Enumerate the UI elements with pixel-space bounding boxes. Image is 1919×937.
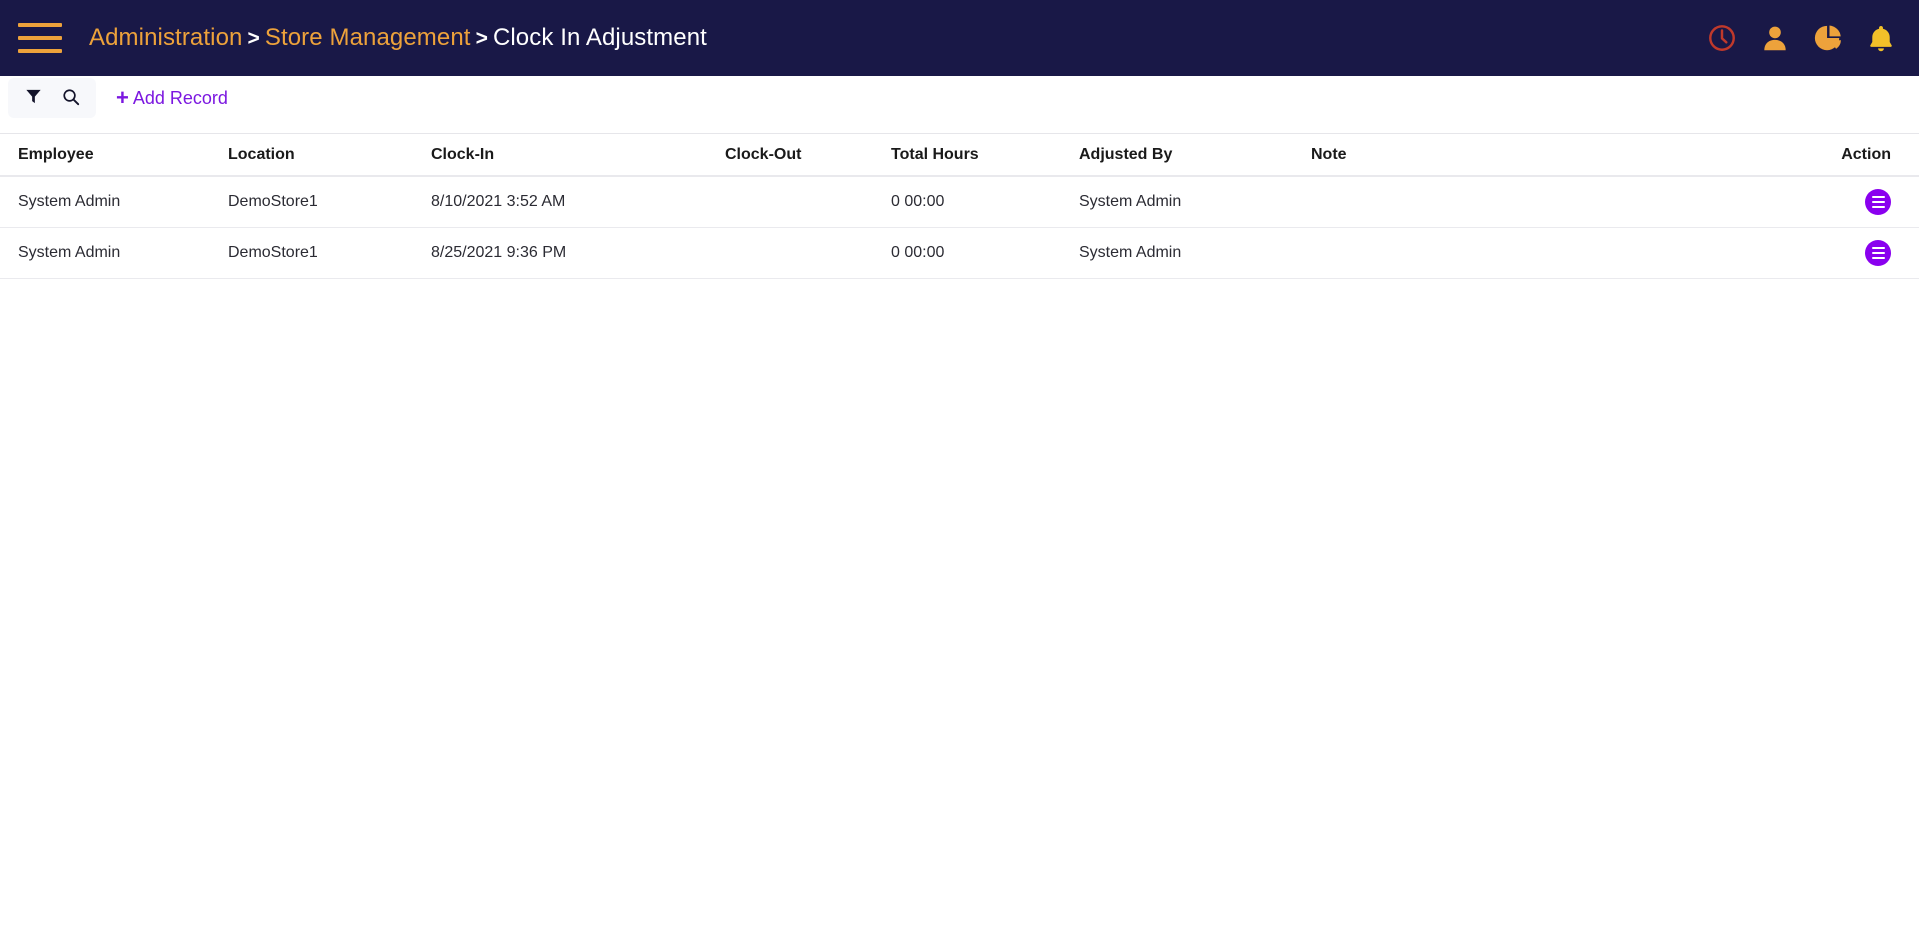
filter-button[interactable]: [14, 79, 52, 117]
cell-clock-out: [725, 176, 891, 228]
add-record-button[interactable]: + Add Record: [116, 87, 228, 109]
add-record-label: Add Record: [132, 88, 228, 108]
row-menu-icon[interactable]: [1865, 240, 1891, 266]
cell-clock-out: [725, 227, 891, 279]
cell-location: DemoStore1: [228, 176, 431, 228]
table-header: Employee Location Clock-In Clock-Out Tot…: [0, 134, 1919, 177]
page-body: + Add Record Employee Location Clock-In …: [0, 76, 1919, 937]
clock-icon[interactable]: [1705, 22, 1738, 55]
hamburger-line-3: [18, 49, 62, 53]
row-menu-line-2: [1871, 201, 1885, 203]
cell-total-hours: 0 00:00: [891, 176, 1079, 228]
breadcrumb-separator-1: >: [247, 26, 260, 50]
breadcrumb: Administration > Store Management > Cloc…: [89, 26, 707, 50]
hamburger-line-1: [18, 23, 62, 27]
plus-icon: +: [116, 85, 129, 110]
clock-in-adjustment-table: Employee Location Clock-In Clock-Out Tot…: [0, 134, 1919, 279]
bell-icon[interactable]: [1864, 22, 1897, 55]
column-header-location[interactable]: Location: [228, 134, 431, 177]
table-header-row: Employee Location Clock-In Clock-Out Tot…: [0, 134, 1919, 177]
cell-location: DemoStore1: [228, 227, 431, 279]
column-header-employee[interactable]: Employee: [0, 134, 228, 177]
table-row[interactable]: System Admin DemoStore1 8/10/2021 3:52 A…: [0, 176, 1919, 228]
row-menu-icon[interactable]: [1865, 189, 1891, 215]
row-menu-line-3: [1871, 257, 1885, 259]
breadcrumb-separator-2: >: [475, 26, 488, 50]
row-menu-line-2: [1871, 252, 1885, 254]
search-icon: [62, 88, 80, 109]
search-button[interactable]: [52, 79, 90, 117]
hamburger-menu-icon[interactable]: [18, 23, 62, 53]
breadcrumb-item-current: Clock In Adjustment: [492, 24, 707, 51]
data-grid-container: Employee Location Clock-In Clock-Out Tot…: [0, 133, 1919, 279]
top-navigation-bar: Administration > Store Management > Cloc…: [0, 0, 1919, 76]
column-header-note[interactable]: Note: [1311, 134, 1799, 177]
column-header-clock-in[interactable]: Clock-In: [431, 134, 725, 177]
column-header-clock-out[interactable]: Clock-Out: [725, 134, 891, 177]
row-menu-line-1: [1871, 247, 1885, 249]
table-row[interactable]: System Admin DemoStore1 8/25/2021 9:36 P…: [0, 227, 1919, 279]
row-menu-line-1: [1871, 196, 1885, 198]
column-header-adjusted-by[interactable]: Adjusted By: [1079, 134, 1311, 177]
cell-employee: System Admin: [0, 227, 228, 279]
pie-chart-icon[interactable]: [1811, 22, 1844, 55]
cell-adjusted-by: System Admin: [1079, 227, 1311, 279]
cell-clock-in: 8/10/2021 3:52 AM: [431, 176, 725, 228]
filter-icon: [25, 88, 42, 108]
cell-clock-in: 8/25/2021 9:36 PM: [431, 227, 725, 279]
cell-note: [1311, 227, 1799, 279]
row-menu-line-3: [1871, 206, 1885, 208]
cell-employee: System Admin: [0, 176, 228, 228]
table-body: System Admin DemoStore1 8/10/2021 3:52 A…: [0, 176, 1919, 279]
cell-adjusted-by: System Admin: [1079, 176, 1311, 228]
cell-total-hours: 0 00:00: [891, 227, 1079, 279]
column-header-action: Action: [1799, 134, 1919, 177]
breadcrumb-item-store-management[interactable]: Store Management: [265, 26, 471, 50]
breadcrumb-item-administration[interactable]: Administration: [89, 26, 242, 50]
cell-action: [1799, 227, 1919, 279]
column-header-total-hours[interactable]: Total Hours: [891, 134, 1079, 177]
cell-note: [1311, 176, 1799, 228]
toolbar-icon-group: [8, 78, 96, 118]
cell-action: [1799, 176, 1919, 228]
hamburger-line-2: [18, 36, 62, 40]
grid-toolbar: + Add Record: [0, 76, 1919, 120]
user-icon[interactable]: [1758, 22, 1791, 55]
top-bar-icon-group: [1705, 0, 1897, 76]
